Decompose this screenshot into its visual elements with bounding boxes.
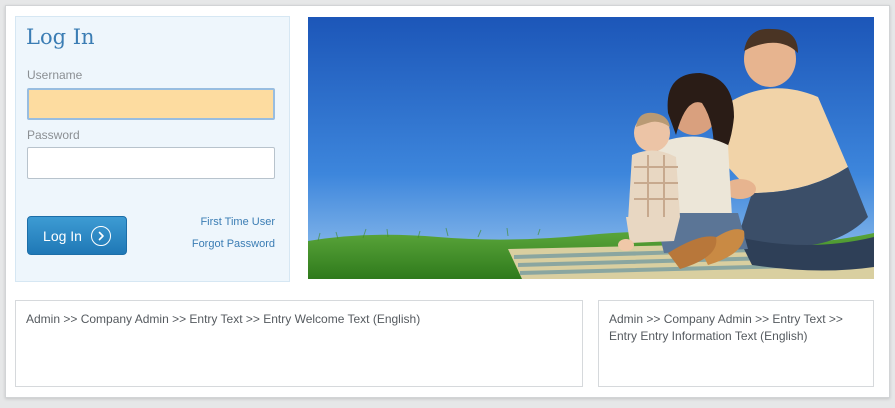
login-button[interactable]: Log In <box>27 216 127 255</box>
information-text-box: Admin >> Company Admin >> Entry Text >> … <box>598 300 874 387</box>
login-links: First Time User Forgot Password <box>192 215 275 259</box>
page-frame: Log In Username Password Log In First Ti… <box>5 5 890 398</box>
forgot-password-link[interactable]: Forgot Password <box>192 237 275 251</box>
username-label: Username <box>27 68 83 82</box>
login-panel: Log In Username Password Log In First Ti… <box>15 16 290 282</box>
username-input[interactable] <box>27 88 275 120</box>
password-label: Password <box>27 128 80 142</box>
family-photo-icon <box>308 17 874 279</box>
first-time-user-link[interactable]: First Time User <box>192 215 275 229</box>
password-input[interactable] <box>27 147 275 179</box>
welcome-text-box: Admin >> Company Admin >> Entry Text >> … <box>15 300 583 387</box>
login-title: Log In <box>26 25 95 49</box>
hero-image <box>308 17 874 279</box>
chevron-right-icon <box>90 225 111 246</box>
login-button-label: Log In <box>43 227 82 244</box>
